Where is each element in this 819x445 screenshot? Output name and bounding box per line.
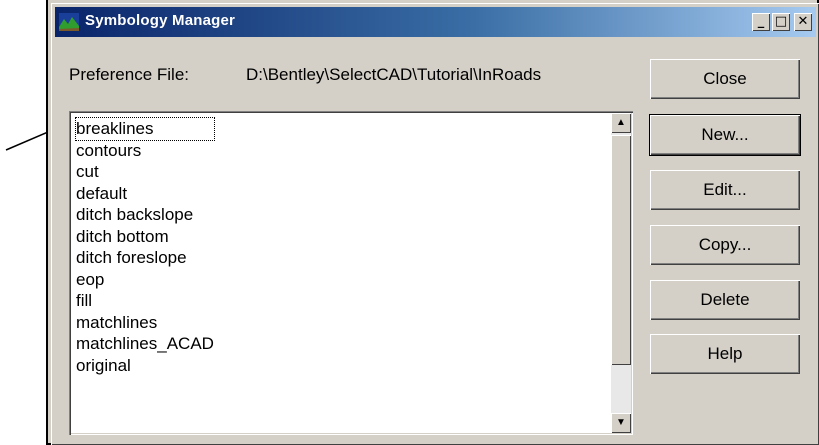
list-item[interactable]: ditch foreslope: [76, 247, 214, 269]
maximize-icon: □: [774, 14, 788, 29]
edit-button[interactable]: Edit...: [650, 170, 800, 210]
symbology-manager-dialog: Symbology Manager _ □ ✕ Preference File:…: [51, 3, 819, 445]
copy-button[interactable]: Copy...: [650, 225, 800, 265]
preference-file-label: Preference File:: [69, 65, 189, 84]
scroll-up-button[interactable]: ▲: [611, 113, 631, 133]
list-item[interactable]: ditch bottom: [76, 226, 214, 248]
preference-file-path: D:\Bentley\SelectCAD\Tutorial\InRoads: [246, 65, 542, 84]
minimize-icon: _: [757, 14, 765, 29]
close-icon: ✕: [797, 14, 809, 29]
list-item[interactable]: fill: [76, 290, 214, 312]
scroll-up-arrow-icon: ▲: [616, 117, 626, 128]
help-button[interactable]: Help: [650, 334, 800, 374]
list-item[interactable]: breaklines: [75, 117, 215, 141]
window-title: Symbology Manager: [85, 12, 236, 29]
list-item[interactable]: matchlines_ACAD: [76, 333, 214, 355]
delete-button[interactable]: Delete: [650, 280, 800, 320]
scroll-down-arrow-icon: ▼: [616, 417, 626, 428]
scroll-down-button[interactable]: ▼: [611, 413, 631, 433]
symbology-list-items: breaklines contours cut default ditch ba…: [75, 117, 215, 377]
symbology-list[interactable]: breaklines contours cut default ditch ba…: [69, 111, 633, 435]
list-item[interactable]: original: [76, 355, 214, 377]
maximize-button[interactable]: □: [772, 13, 790, 31]
list-item[interactable]: cut: [76, 161, 214, 183]
minimize-button[interactable]: _: [752, 13, 770, 31]
list-item[interactable]: matchlines: [76, 312, 214, 334]
vertical-scrollbar[interactable]: ▲ ▼: [611, 113, 631, 433]
list-item[interactable]: ditch backslope: [76, 204, 214, 226]
close-window-button[interactable]: ✕: [794, 13, 812, 31]
app-terrain-icon: [59, 13, 79, 31]
list-item[interactable]: default: [76, 183, 214, 205]
close-button[interactable]: Close: [650, 59, 800, 99]
list-item[interactable]: contours: [76, 140, 214, 162]
title-bar[interactable]: Symbology Manager _ □ ✕: [55, 7, 816, 37]
scroll-thumb[interactable]: [611, 135, 631, 365]
list-item[interactable]: eop: [76, 269, 214, 291]
new-button[interactable]: New...: [649, 114, 801, 156]
